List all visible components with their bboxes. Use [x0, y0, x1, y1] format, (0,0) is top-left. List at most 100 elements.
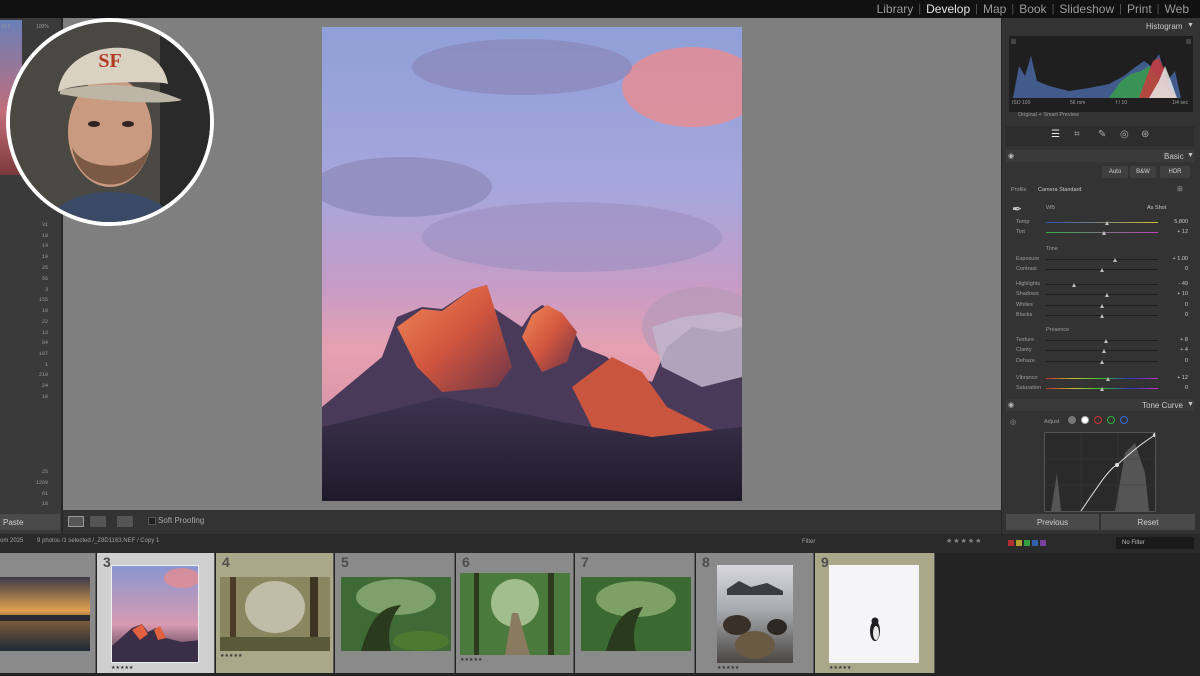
slider-value-dehaze[interactable]: 0 [1158, 358, 1188, 364]
slider-value-clarity[interactable]: + 4 [1158, 347, 1188, 353]
slider-handle-contrast[interactable] [1099, 268, 1104, 272]
reset-button[interactable]: Reset [1101, 514, 1195, 530]
previous-button[interactable]: Previous [1006, 514, 1099, 530]
color-label-red[interactable] [1008, 540, 1014, 546]
slider-handle-dehaze[interactable] [1099, 360, 1104, 364]
slider-track-texture[interactable] [1046, 340, 1158, 341]
slider-value-saturation[interactable]: 0 [1158, 385, 1188, 391]
histogram-collapse-icon[interactable]: ▼ [1187, 22, 1194, 29]
module-book[interactable]: Book [1014, 2, 1051, 16]
slider-handle-tint[interactable] [1101, 231, 1106, 235]
navigator-fit[interactable]: Fi 1 [2, 24, 10, 30]
before-after-icon[interactable] [90, 516, 106, 527]
blue-channel-icon[interactable] [1120, 416, 1128, 424]
wb-eyedropper-icon[interactable]: ✒ [1012, 202, 1022, 216]
color-label-yellow[interactable] [1016, 540, 1022, 546]
filmstrip-cell-selected[interactable]: 3 ★★★★★ [97, 553, 215, 673]
filmstrip-cell[interactable]: 8 ★★★★★ [696, 553, 814, 673]
paste-button[interactable]: Paste [0, 514, 60, 530]
slider-track-vibrance[interactable] [1046, 378, 1158, 379]
histogram[interactable] [1009, 36, 1193, 112]
slider-handle-vibrance[interactable] [1106, 377, 1111, 381]
filmstrip-thumb-sunset-lake[interactable] [0, 577, 90, 651]
filmstrip-source-info[interactable]: om 2025 9 photos /1 selected /_Z8D1163.N… [0, 538, 159, 544]
slider-handle-texture[interactable] [1103, 339, 1108, 343]
slider-handle-temp[interactable] [1105, 221, 1110, 225]
module-map[interactable]: Map [978, 2, 1011, 16]
filmstrip-thumb-mountains[interactable] [111, 565, 199, 663]
filmstrip-cell[interactable]: 4 ★★★★★ [216, 553, 334, 673]
masking-icon[interactable]: ⊛ [1141, 129, 1149, 140]
slider-track-exposure[interactable] [1046, 259, 1158, 260]
filmstrip-cell[interactable]: 6 ★★★★★ [456, 553, 574, 673]
slider-track-shadows[interactable] [1046, 294, 1158, 295]
slider-value-whites[interactable]: 0 [1158, 302, 1188, 308]
slider-value-temp[interactable]: 5,800 [1158, 219, 1188, 225]
color-label-purple[interactable] [1040, 540, 1046, 546]
module-slideshow[interactable]: Slideshow [1054, 2, 1119, 16]
tone-curve-graph[interactable] [1044, 432, 1157, 512]
wb-select[interactable]: As Shot [1147, 205, 1166, 211]
module-develop[interactable]: Develop [921, 2, 975, 16]
filmstrip-cell[interactable]: 5 [335, 553, 455, 673]
slider-handle-highlights[interactable] [1071, 283, 1076, 287]
healing-icon[interactable]: ✎ [1098, 129, 1106, 140]
filmstrip-thumb-green-forest-2[interactable] [581, 577, 691, 651]
color-label-green[interactable] [1024, 540, 1030, 546]
rating-filter-stars[interactable]: ★★★★★ [946, 537, 982, 545]
loupe-view-icon[interactable] [68, 516, 84, 527]
auto-button[interactable]: Auto [1102, 166, 1128, 178]
filmstrip-cell[interactable] [0, 553, 96, 673]
green-channel-icon[interactable] [1107, 416, 1115, 424]
tone-curve-collapse-icon[interactable]: ▼ [1187, 401, 1194, 408]
hdr-button[interactable]: HDR [1160, 166, 1190, 178]
rgb-channel-icon[interactable] [1081, 416, 1089, 424]
filmstrip-cell[interactable]: 7 [575, 553, 695, 673]
filmstrip-cell[interactable]: 9 ★★★★★ [815, 553, 935, 673]
filmstrip-thumb-rocky-shore[interactable] [717, 565, 793, 663]
tone-curve-eye-icon[interactable]: ◉ [1008, 401, 1014, 409]
edit-sliders-icon[interactable]: ☰ [1051, 129, 1060, 140]
histogram-title[interactable]: Histogram [1146, 22, 1182, 31]
slider-value-exposure[interactable]: + 1.00 [1158, 256, 1188, 262]
slider-handle-whites[interactable] [1099, 304, 1104, 308]
slider-value-blacks[interactable]: 0 [1158, 312, 1188, 318]
profile-browser-icon[interactable]: ⊞ [1177, 185, 1183, 193]
slider-handle-saturation[interactable] [1099, 387, 1104, 391]
target-adjust-icon[interactable]: ◎ [1010, 418, 1016, 426]
filmstrip-selection-info[interactable]: 9 photos /1 selected /_Z8D1163.NEF / Cop… [37, 538, 159, 544]
filmstrip-thumb-forest-path[interactable] [460, 573, 570, 655]
main-photo-mountains-sunset[interactable] [322, 27, 742, 501]
crop-icon[interactable]: ⌗ [1074, 129, 1080, 140]
slider-value-tint[interactable]: + 12 [1158, 229, 1188, 235]
filmstrip-thumb-misty-forest[interactable] [220, 577, 330, 651]
filter-preset-select[interactable]: No Filter [1116, 537, 1194, 549]
slider-track-temp[interactable] [1046, 222, 1158, 223]
slider-handle-clarity[interactable] [1101, 349, 1106, 353]
red-eye-icon[interactable]: ◎ [1120, 129, 1129, 140]
slider-value-highlights[interactable]: - 49 [1158, 281, 1188, 287]
filmstrip-source[interactable]: om 2025 [0, 538, 23, 544]
compare-view-icon[interactable] [117, 516, 133, 527]
filmstrip-thumb-green-forest[interactable] [341, 577, 451, 651]
basic-collapse-icon[interactable]: ▼ [1187, 152, 1194, 159]
basic-visibility-eye-icon[interactable]: ◉ [1008, 152, 1014, 160]
slider-value-shadows[interactable]: + 10 [1158, 291, 1188, 297]
bw-button[interactable]: B&W [1130, 166, 1156, 178]
module-library[interactable]: Library [872, 2, 919, 16]
parametric-curve-icon[interactable] [1068, 416, 1076, 424]
slider-track-highlights[interactable] [1046, 284, 1158, 285]
module-web[interactable]: Web [1160, 2, 1194, 16]
red-channel-icon[interactable] [1094, 416, 1102, 424]
slider-handle-shadows[interactable] [1105, 293, 1110, 297]
color-label-blue[interactable] [1032, 540, 1038, 546]
navigator-zoom[interactable]: 100% [36, 24, 49, 30]
filmstrip-thumb-penguin-snow[interactable] [829, 565, 919, 663]
slider-value-texture[interactable]: + 8 [1158, 337, 1188, 343]
profile-select[interactable]: Camera Standard [1038, 187, 1081, 193]
soft-proofing-checkbox[interactable] [148, 517, 156, 525]
module-print[interactable]: Print [1122, 2, 1157, 16]
slider-value-vibrance[interactable]: + 12 [1158, 375, 1188, 381]
slider-handle-exposure[interactable] [1112, 258, 1117, 262]
slider-value-contrast[interactable]: 0 [1158, 266, 1188, 272]
